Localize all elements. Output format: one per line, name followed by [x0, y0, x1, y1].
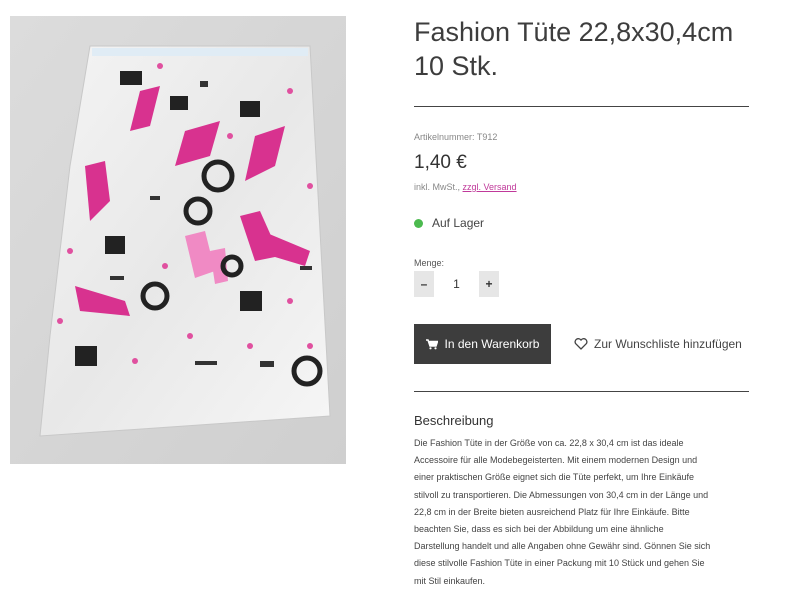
title-divider	[414, 106, 749, 107]
wishlist-button[interactable]: Zur Wunschliste hinzufügen	[574, 337, 742, 351]
wishlist-label: Zur Wunschliste hinzufügen	[594, 337, 742, 351]
add-to-cart-button[interactable]: In den Warenkorb	[414, 324, 551, 364]
description-line: Accessoire für alle Modebegeisterten. Mi…	[414, 455, 698, 466]
product-image[interactable]	[10, 16, 346, 464]
fashion-bag-photo	[10, 16, 346, 464]
stock-status: Auf Lager	[414, 216, 484, 230]
in-stock-dot-icon	[414, 218, 423, 228]
tax-prefix: inkl. MwSt.,	[414, 182, 461, 192]
description-line: 22,8 cm in der Breite bieten ausreichend…	[414, 506, 690, 517]
description-line: diese stilvolle Fashion Tüte in einer Pa…	[414, 558, 705, 569]
quantity-label: Menge:	[414, 258, 445, 268]
description-line: Darstellung handelt und alle Angaben ohn…	[414, 541, 711, 552]
description-line: mit Stil einkaufen.	[414, 575, 486, 586]
quantity-increment-button[interactable]: +	[479, 271, 499, 297]
description-line: einer praktischen Größe eignet sich die …	[414, 472, 694, 483]
quantity-decrement-button[interactable]: –	[414, 271, 434, 297]
sku-text: Artikelnummer: T912	[414, 132, 498, 142]
description-line: stilvoll zu transportieren. Die Abmessun…	[414, 489, 709, 500]
quantity-value[interactable]: 1	[434, 277, 479, 291]
product-title: Fashion Tüte 22,8x30,4cm 10 Stk.	[414, 15, 750, 83]
quantity-stepper: – 1 +	[414, 271, 499, 297]
tax-note: inkl. MwSt., zzgl. Versand	[414, 182, 517, 192]
product-title-line1: Fashion Tüte 22,8x30,4cm	[414, 17, 734, 47]
product-title-line2: 10 Stk.	[414, 51, 499, 81]
description-line: Die Fashion Tüte in der Größe von ca. 22…	[414, 438, 684, 448]
add-to-cart-label: In den Warenkorb	[444, 337, 540, 351]
description-heading: Beschreibung	[414, 413, 494, 428]
heart-icon	[574, 338, 588, 350]
stock-label: Auf Lager	[432, 216, 485, 230]
price: 1,40 €	[414, 152, 467, 173]
shipping-link[interactable]: zzgl. Versand	[463, 182, 517, 192]
actions-divider	[414, 391, 749, 392]
description-line: beachten Sie, dass es sich bei der Abbil…	[414, 524, 664, 535]
description-text: Die Fashion Tüte in der Größe von ca. 22…	[414, 435, 752, 590]
cart-icon	[425, 338, 438, 349]
